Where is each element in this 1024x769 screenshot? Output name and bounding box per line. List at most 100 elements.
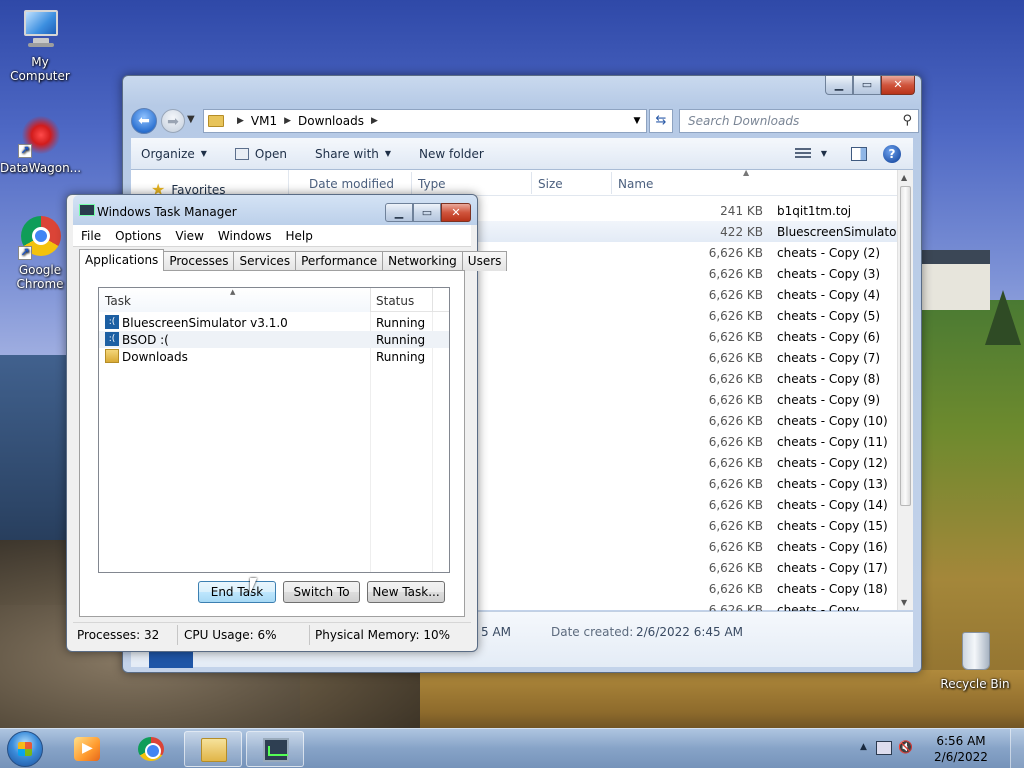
tab-processes[interactable]: Processes (163, 251, 235, 271)
taskbar-media-player[interactable] (58, 731, 116, 767)
file-size: 6,626 KB (708, 351, 763, 365)
scroll-down-icon[interactable]: ▼ (901, 598, 907, 607)
column-headers: Date modified Type Size Name ▲ (291, 168, 897, 196)
breadcrumb-downloads[interactable]: Downloads (298, 114, 364, 128)
task-row[interactable]: Downloads Running (99, 348, 449, 365)
organize-button[interactable]: Organize ▼ (141, 147, 207, 161)
task-name: BSOD :( (122, 333, 169, 347)
breadcrumb-vm1[interactable]: VM1 (251, 114, 277, 128)
start-button[interactable] (7, 731, 43, 767)
open-button[interactable]: Open (234, 147, 287, 161)
menu-help[interactable]: Help (285, 229, 312, 243)
column-date-modified[interactable]: Date modified (309, 177, 394, 191)
file-name: BluescreenSimulator (777, 225, 902, 239)
clock[interactable]: 6:56 AM 2/6/2022 (928, 733, 994, 765)
refresh-button[interactable]: ⇆ (649, 109, 673, 133)
task-manager-body: Applications Processes Services Performa… (73, 247, 508, 621)
scrollbar-thumb[interactable] (900, 186, 911, 506)
file-name: cheats - Copy (4) (777, 288, 881, 302)
address-bar[interactable]: ▶ VM1 ▶ Downloads ▶ ▼ (203, 109, 647, 133)
file-size: 241 KB (720, 204, 763, 218)
file-name: cheats - Copy (5) (777, 309, 881, 323)
help-icon[interactable]: ? (883, 144, 901, 163)
volume-muted-icon[interactable]: 🔇 (898, 740, 914, 756)
maximize-button[interactable]: ▭ (853, 76, 881, 95)
address-dropdown-icon[interactable]: ▼ (628, 116, 646, 126)
search-placeholder: Search Downloads (688, 114, 800, 128)
column-status[interactable]: Status (376, 294, 414, 308)
tab-services[interactable]: Services (233, 251, 297, 271)
taskbar: ▲ 🔇 6:56 AM 2/6/2022 (0, 728, 1024, 769)
file-name: cheats - Copy (11) (777, 435, 888, 449)
change-view-icon[interactable] (794, 147, 811, 160)
minimize-button[interactable]: ▁ (825, 76, 853, 95)
media-player-icon (74, 737, 100, 761)
maximize-button[interactable]: ▭ (413, 203, 441, 222)
vertical-scrollbar[interactable]: ▲ ▼ (897, 170, 913, 610)
back-button[interactable]: ⬅ (131, 108, 157, 134)
task-list[interactable]: ▲ Task Status :(BluescreenSimulator v3.1… (98, 287, 450, 573)
file-size: 6,626 KB (708, 477, 763, 491)
close-button[interactable]: ✕ (441, 203, 471, 222)
sort-arrow-icon: ▲ (743, 168, 750, 177)
show-hidden-icons-icon[interactable]: ▲ (860, 742, 867, 752)
file-size: 6,626 KB (708, 267, 763, 281)
menu-view[interactable]: View (175, 229, 203, 243)
status-cpu-usage: CPU Usage: 6% (184, 628, 277, 642)
taskbar-task-manager[interactable] (246, 731, 304, 767)
tab-performance[interactable]: Performance (295, 251, 384, 271)
file-name: cheats - Copy (8) (777, 372, 881, 386)
menu-file[interactable]: File (81, 229, 101, 243)
details-modified-partial: 5 AM (481, 625, 512, 639)
tab-users[interactable]: Users (461, 251, 508, 271)
show-desktop-button[interactable] (1010, 729, 1024, 769)
task-row[interactable]: :(BluescreenSimulator v3.1.0 Running (99, 314, 449, 331)
chevron-down-icon[interactable]: ▼ (821, 149, 827, 158)
chevron-down-icon: ▼ (200, 149, 207, 158)
task-manager-window[interactable]: Windows Task Manager ▁ ▭ ✕ File Options … (66, 194, 508, 652)
search-icon[interactable]: ⚲ (902, 113, 912, 128)
scroll-up-icon[interactable]: ▲ (901, 173, 907, 182)
new-task-button[interactable]: New Task... (367, 581, 445, 603)
switch-to-button[interactable]: Switch To (283, 581, 360, 603)
column-task[interactable]: Task (105, 294, 131, 308)
preview-pane-icon[interactable] (851, 146, 867, 161)
file-size: 6,626 KB (708, 372, 763, 386)
datawagon-icon: ↗ (18, 114, 62, 158)
network-icon[interactable] (876, 741, 892, 755)
share-with-button[interactable]: Share with ▼ (315, 147, 391, 161)
desktop-icon-my-computer[interactable]: My Computer (0, 8, 80, 83)
task-name: BluescreenSimulator v3.1.0 (122, 316, 288, 330)
recent-pages-dropdown[interactable]: ▼ (187, 114, 195, 125)
tab-networking[interactable]: Networking (382, 251, 463, 271)
task-status: Running (376, 316, 426, 330)
column-size[interactable]: Size (538, 177, 563, 191)
file-name: cheats - Copy (13) (777, 477, 888, 491)
taskbar-explorer[interactable] (184, 731, 242, 767)
folder-icon (105, 349, 119, 363)
desktop-icon-recycle-bin[interactable]: Recycle Bin (935, 630, 1015, 691)
column-name[interactable]: Name (618, 177, 653, 191)
close-button[interactable]: ✕ (881, 76, 915, 95)
taskbar-chrome[interactable] (122, 731, 180, 767)
explorer-caption-buttons: ▁ ▭ ✕ (825, 76, 915, 95)
navigation-bar: ⬅ ➡ ▼ ▶ VM1 ▶ Downloads ▶ ▼ ⇆ Search Dow… (131, 107, 919, 135)
shortcut-arrow-icon: ↗ (18, 144, 32, 158)
desktop-icon-label: Recycle Bin (940, 677, 1010, 691)
end-task-button[interactable]: End Task (198, 581, 276, 603)
minimize-button[interactable]: ▁ (385, 203, 413, 222)
forward-button[interactable]: ➡ (161, 109, 185, 133)
shortcut-arrow-icon: ↗ (18, 246, 32, 260)
breadcrumb-chevron-icon: ▶ (370, 116, 378, 126)
window-title: Windows Task Manager (97, 205, 237, 219)
column-type[interactable]: Type (418, 177, 446, 191)
search-input[interactable]: Search Downloads ⚲ (679, 109, 919, 133)
desktop-icon-datawagon[interactable]: ↗ DataWagon... (0, 114, 81, 175)
new-folder-button[interactable]: New folder (419, 147, 484, 161)
menu-options[interactable]: Options (115, 229, 161, 243)
file-size: 6,626 KB (708, 561, 763, 575)
menu-windows[interactable]: Windows (218, 229, 272, 243)
clock-time: 6:56 AM (936, 734, 986, 748)
task-row[interactable]: :(BSOD :(Running (99, 331, 449, 348)
tab-applications[interactable]: Applications (79, 249, 165, 271)
